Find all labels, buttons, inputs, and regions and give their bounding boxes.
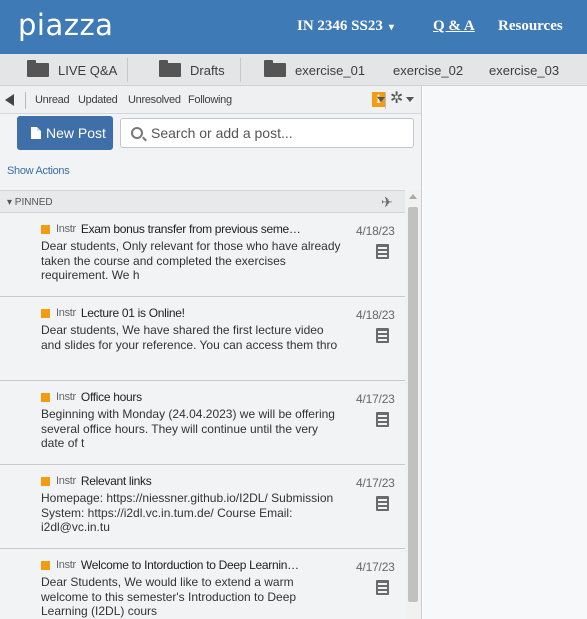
instructor-label: Instr	[56, 223, 76, 235]
post-header: Instr Welcome to Intorduction to Deep Le…	[41, 558, 299, 572]
nav-qa-link[interactable]: Q & A	[433, 18, 475, 35]
folder-exercise-01[interactable]: exercise_01	[264, 54, 366, 85]
post-date: 4/17/23	[356, 476, 395, 490]
folder-exercise-02[interactable]: exercise_02	[393, 54, 464, 85]
course-selector[interactable]: IN 2346 SS23 ▾	[297, 18, 394, 35]
post-date: 4/18/23	[356, 224, 395, 238]
new-post-label: New Post	[46, 125, 106, 141]
folder-icon	[264, 60, 286, 77]
divider	[25, 92, 26, 109]
instructor-tag-icon	[41, 308, 50, 318]
new-post-button[interactable]: New Post	[17, 116, 113, 150]
instructor-label: Instr	[56, 307, 76, 319]
divider	[127, 58, 128, 82]
instructor-tag-icon	[41, 224, 50, 234]
folder-live-qa[interactable]: LIVE Q&A	[27, 54, 118, 85]
post-header: Instr Exam bonus transfer from previous …	[41, 222, 301, 236]
folder-label: LIVE Q&A	[58, 62, 118, 78]
folder-icon	[159, 60, 181, 77]
folder-label: exercise_02	[393, 62, 464, 78]
filter-bar: Unread Updated Unresolved Following i ✲	[0, 86, 421, 114]
filter-unread[interactable]: Unread	[35, 94, 70, 106]
instructor-tag-icon	[41, 392, 50, 402]
folder-bar: LIVE Q&A Drafts exercise_01 exercise_02 …	[0, 54, 587, 86]
note-icon	[376, 496, 389, 511]
post-header: Instr Office hours	[41, 390, 142, 404]
divider	[240, 58, 241, 82]
folder-drafts[interactable]: Drafts	[159, 54, 225, 85]
pin-icon: ✈	[381, 194, 393, 210]
folder-exercise-03[interactable]: exercise_03	[489, 54, 560, 85]
filter-updated[interactable]: Updated	[78, 94, 118, 106]
nav-resources-link[interactable]: Resources	[498, 18, 563, 35]
chevron-down-icon[interactable]	[377, 97, 385, 102]
post-list-panel: Unread Updated Unresolved Following i ✲ …	[0, 86, 422, 619]
post-preview: Dear Students, We would like to extend a…	[41, 575, 297, 618]
post-item[interactable]: Instr Office hours 4/17/23 Beginning wit…	[0, 381, 405, 465]
post-date: 4/18/23	[356, 308, 395, 322]
show-actions-link[interactable]: Show Actions	[7, 165, 70, 177]
filter-following[interactable]: Following	[188, 94, 232, 106]
search-icon	[131, 127, 143, 139]
top-nav-bar: piazza IN 2346 SS23 ▾ Q & A Resources	[0, 0, 587, 54]
post-detail-panel	[423, 86, 587, 619]
scroll-up-arrow-icon[interactable]	[409, 194, 417, 199]
course-name: IN 2346 SS23	[297, 18, 383, 34]
piazza-logo[interactable]: piazza	[18, 8, 113, 42]
post-preview: Beginning with Monday (24.04.2023) we wi…	[41, 407, 335, 450]
instructor-tag-icon	[41, 560, 50, 570]
post-item[interactable]: Instr Welcome to Intorduction to Deep Le…	[0, 549, 405, 619]
post-item[interactable]: Instr Lecture 01 is Online! 4/18/23 Dear…	[0, 297, 405, 381]
post-date: 4/17/23	[356, 560, 395, 574]
post-preview: Homepage: https://niessner.github.io/I2D…	[41, 491, 334, 534]
collapse-arrow-icon[interactable]	[5, 94, 14, 106]
instructor-label: Instr	[56, 391, 76, 403]
folder-label: exercise_03	[489, 62, 560, 78]
folder-label: Drafts	[190, 62, 225, 78]
note-icon	[376, 244, 389, 259]
post-header: Instr Relevant links	[41, 474, 152, 488]
folder-icon	[27, 60, 49, 77]
post-date: 4/17/23	[356, 392, 395, 406]
document-icon	[31, 127, 41, 139]
scrollbar[interactable]	[405, 190, 421, 619]
post-title: Welcome to Intorduction to Deep Learnin…	[80, 558, 299, 572]
pinned-label: ▾ PINNED	[7, 197, 53, 208]
post-title: Exam bonus transfer from previous seme…	[80, 222, 301, 236]
post-title: Lecture 01 is Online!	[80, 306, 185, 320]
note-icon	[376, 328, 389, 343]
post-preview: Dear students, We have shared the first …	[41, 323, 338, 352]
instructor-label: Instr	[56, 559, 76, 571]
filter-unresolved[interactable]: Unresolved	[128, 94, 181, 106]
chevron-down-icon[interactable]	[406, 97, 414, 102]
pinned-section-header[interactable]: ▾ PINNED ✈	[0, 190, 405, 213]
note-icon	[376, 580, 389, 595]
chevron-down-icon: ▾	[388, 22, 394, 33]
post-item[interactable]: Instr Exam bonus transfer from previous …	[0, 213, 405, 297]
post-preview: Dear students, Only relevant for those w…	[41, 239, 341, 282]
scroll-thumb[interactable]	[408, 207, 418, 602]
note-icon	[376, 412, 389, 427]
instructor-tag-icon	[41, 476, 50, 486]
pinned-post-list: Instr Exam bonus transfer from previous …	[0, 213, 405, 619]
post-title: Office hours	[80, 390, 142, 404]
folder-label: exercise_01	[295, 62, 366, 78]
post-item[interactable]: Instr Relevant links 4/17/23 Homepage: h…	[0, 465, 405, 549]
gear-icon[interactable]: ✲	[390, 90, 403, 108]
instructor-label: Instr	[56, 475, 76, 487]
post-header: Instr Lecture 01 is Online!	[41, 306, 185, 320]
search-input[interactable]: Search or add a post...	[120, 118, 414, 148]
post-title: Relevant links	[80, 474, 152, 488]
search-placeholder: Search or add a post...	[151, 125, 293, 141]
divider	[385, 92, 386, 109]
